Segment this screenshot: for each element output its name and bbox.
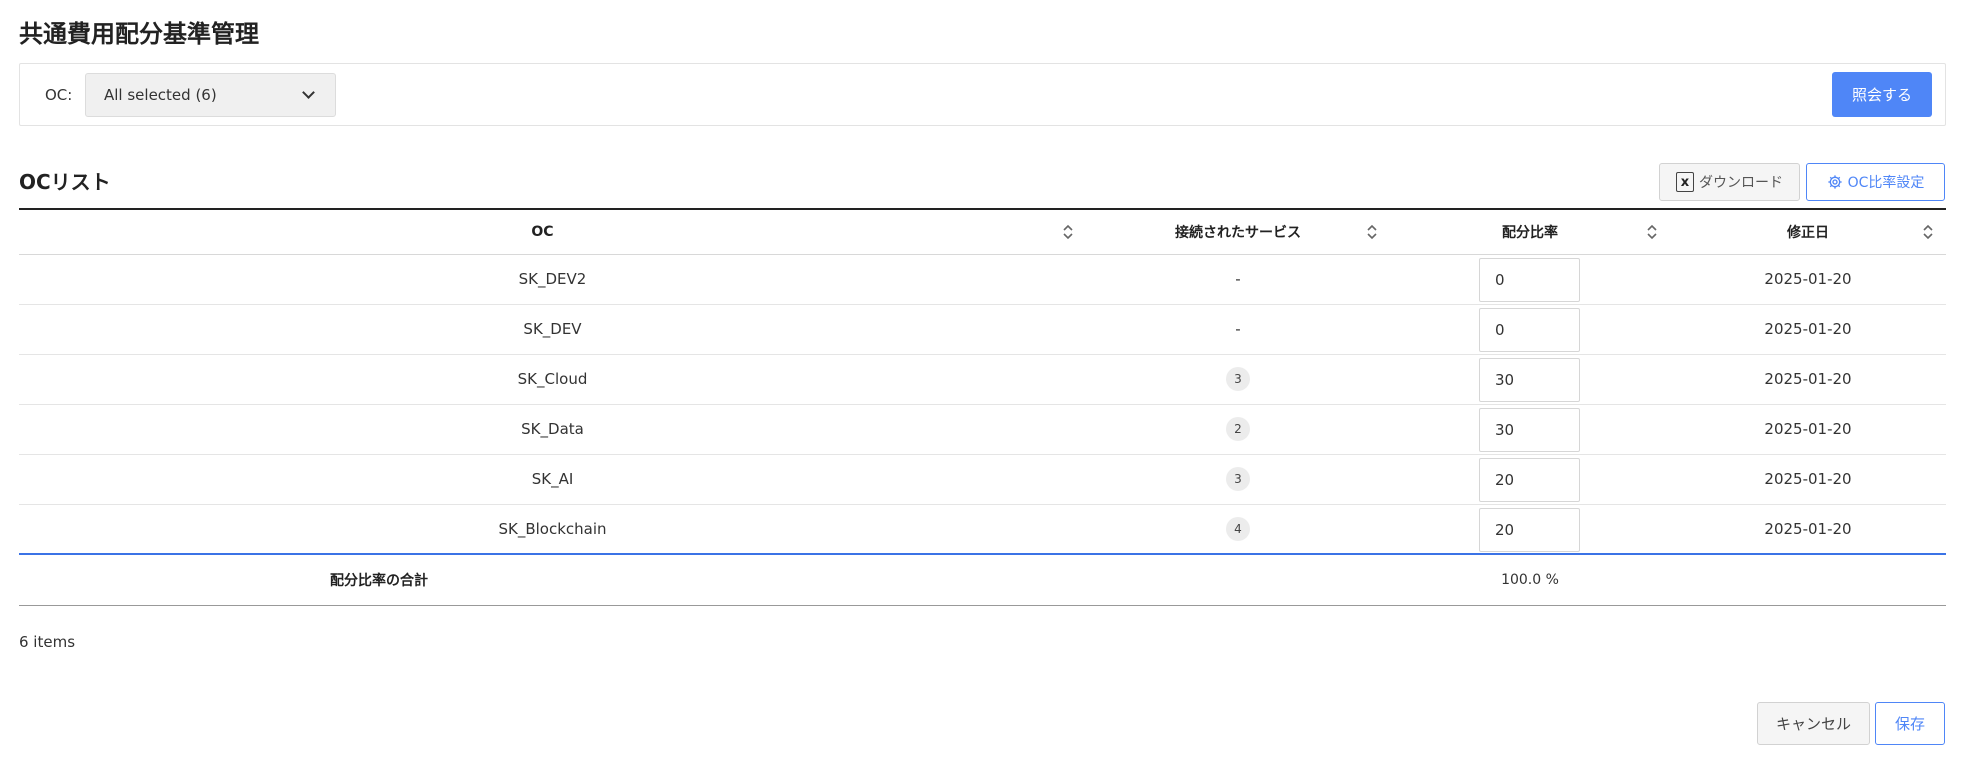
- oc-cell: SK_DEV2: [19, 254, 1086, 305]
- services-count-badge[interactable]: 2: [1226, 417, 1250, 441]
- ratio-cell: [1390, 254, 1670, 305]
- page-title: 共通費用配分基準管理: [19, 20, 259, 48]
- filter-bar: OC: All selected (6) 照会する: [19, 63, 1946, 126]
- modified-cell: 2025-01-20: [1670, 304, 1946, 355]
- table-header-row: OC 接続されたサービス 配分比率 修正日: [19, 210, 1946, 255]
- ratio-input[interactable]: [1479, 507, 1580, 552]
- modified-cell: 2025-01-20: [1670, 254, 1946, 305]
- services-count-badge[interactable]: 4: [1226, 516, 1250, 541]
- total-value: 100.0 %: [1390, 553, 1670, 606]
- table-row: SK_DEV2 - 2025-01-20: [19, 254, 1946, 305]
- oc-ratio-settings-label: OC比率設定: [1847, 175, 1925, 191]
- table-row: SK_Blockchain 4 2025-01-20: [19, 504, 1946, 555]
- modified-cell: 2025-01-20: [1670, 354, 1946, 405]
- ratio-cell: [1390, 304, 1670, 355]
- column-header-ratio[interactable]: 配分比率: [1390, 210, 1670, 255]
- sort-icon[interactable]: [1062, 223, 1074, 241]
- download-label: ダウンロード: [1699, 175, 1783, 191]
- search-button[interactable]: 照会する: [1832, 72, 1932, 117]
- column-header-oc-label: OC: [531, 223, 554, 240]
- services-cell: -: [1086, 254, 1390, 305]
- total-row: 配分比率の合計 100.0 %: [19, 553, 1946, 606]
- table-row: SK_Cloud 3 2025-01-20: [19, 354, 1946, 405]
- modified-cell: 2025-01-20: [1670, 454, 1946, 505]
- download-button[interactable]: x ダウンロード: [1659, 163, 1800, 201]
- oc-select-value: All selected (6): [104, 86, 217, 104]
- items-count: 6 items: [19, 633, 76, 651]
- column-header-ratio-label: 配分比率: [1502, 224, 1558, 241]
- sort-icon[interactable]: [1646, 223, 1658, 241]
- oc-cell: SK_AI: [19, 454, 1086, 505]
- gear-icon: [1827, 175, 1842, 189]
- services-count-badge[interactable]: 3: [1226, 467, 1250, 491]
- services-cell: 3: [1086, 454, 1390, 505]
- oc-cell: SK_Data: [19, 404, 1086, 455]
- oc-ratio-settings-button[interactable]: OC比率設定: [1806, 163, 1945, 201]
- services-count-badge[interactable]: 3: [1226, 367, 1250, 391]
- sort-icon[interactable]: [1366, 223, 1378, 241]
- ratio-cell: [1390, 454, 1670, 505]
- ratio-input[interactable]: [1479, 257, 1580, 302]
- column-header-oc[interactable]: OC: [19, 210, 1086, 255]
- ratio-cell: [1390, 354, 1670, 405]
- total-label: 配分比率の合計: [19, 553, 1390, 606]
- services-cell: 3: [1086, 354, 1390, 405]
- column-header-modified[interactable]: 修正日: [1670, 210, 1946, 255]
- total-empty-cell: [1670, 553, 1946, 606]
- chevron-down-icon: [302, 86, 315, 99]
- ratio-input[interactable]: [1479, 357, 1580, 402]
- cancel-button[interactable]: キャンセル: [1757, 702, 1870, 745]
- modified-cell: 2025-01-20: [1670, 404, 1946, 455]
- table-row: SK_AI 3 2025-01-20: [19, 454, 1946, 505]
- oc-cell: SK_Blockchain: [19, 504, 1086, 555]
- column-header-services-label: 接続されたサービス: [1175, 224, 1301, 241]
- modified-cell: 2025-01-20: [1670, 504, 1946, 555]
- excel-icon: x: [1676, 172, 1694, 192]
- save-button[interactable]: 保存: [1875, 702, 1945, 745]
- oc-cell: SK_Cloud: [19, 354, 1086, 405]
- column-header-services[interactable]: 接続されたサービス: [1086, 210, 1390, 255]
- table-row: SK_DEV - 2025-01-20: [19, 304, 1946, 355]
- services-cell: 2: [1086, 404, 1390, 455]
- ratio-input[interactable]: [1479, 457, 1580, 502]
- services-cell: 4: [1086, 504, 1390, 555]
- sort-icon[interactable]: [1922, 223, 1934, 241]
- ratio-input[interactable]: [1479, 307, 1580, 352]
- ratio-input[interactable]: [1479, 407, 1580, 452]
- oc-table: OC 接続されたサービス 配分比率 修正日 SK_DEV2 - 0 2025-0…: [19, 208, 1946, 606]
- column-header-modified-label: 修正日: [1787, 224, 1829, 241]
- oc-cell: SK_DEV: [19, 304, 1086, 355]
- table-row: SK_Data 2 2025-01-20: [19, 404, 1946, 455]
- ratio-cell: [1390, 404, 1670, 455]
- ratio-cell: [1390, 504, 1670, 555]
- oc-select-dropdown[interactable]: All selected (6): [85, 73, 336, 117]
- section-title: OCリスト: [19, 170, 111, 194]
- oc-filter-label: OC:: [45, 86, 73, 104]
- services-cell: -: [1086, 304, 1390, 355]
